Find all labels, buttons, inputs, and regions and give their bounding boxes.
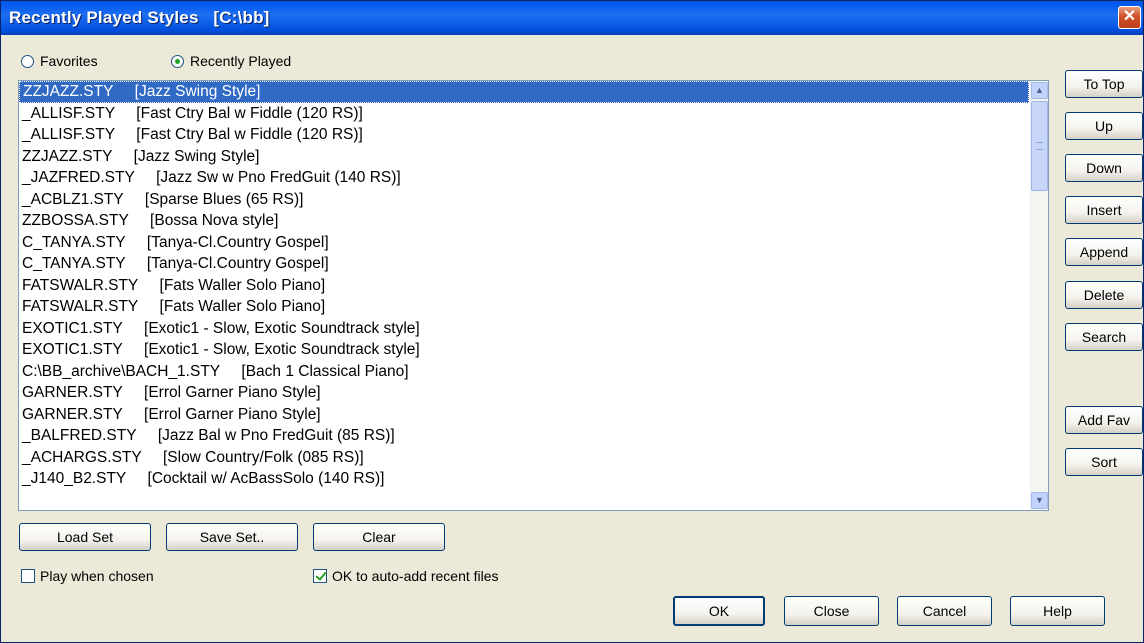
append-button[interactable]: Append — [1065, 238, 1143, 266]
close-button[interactable]: Close — [784, 596, 879, 626]
help-button[interactable]: Help — [1010, 596, 1105, 626]
scrollbar-grip-icon — [1036, 142, 1043, 150]
list-item[interactable]: GARNER.STY [Errol Garner Piano Style] — [19, 382, 1029, 404]
sort-button[interactable]: Sort — [1065, 448, 1143, 476]
list-item[interactable]: _BALFRED.STY [Jazz Bal w Pno FredGuit (8… — [19, 425, 1029, 447]
list-item[interactable]: _ACHARGS.STY [Slow Country/Folk (085 RS)… — [19, 447, 1029, 469]
insert-button[interactable]: Insert — [1065, 196, 1143, 224]
add-fav-button[interactable]: Add Fav — [1065, 406, 1143, 434]
clear-button[interactable]: Clear — [313, 523, 445, 551]
close-icon[interactable]: ✕ — [1118, 6, 1141, 29]
favorites-radio-circle[interactable] — [21, 54, 34, 68]
ok-button[interactable]: OK — [673, 596, 765, 626]
list-item[interactable]: C_TANYA.STY [Tanya-Cl.Country Gospel] — [19, 232, 1029, 254]
play-when-chosen-label: Play when chosen — [40, 568, 154, 584]
delete-button[interactable]: Delete — [1065, 281, 1143, 309]
list-item[interactable]: _ALLISF.STY [Fast Ctry Bal w Fiddle (120… — [19, 103, 1029, 125]
down-button[interactable]: Down — [1065, 154, 1143, 182]
scroll-down-arrow-icon[interactable]: ▼ — [1031, 492, 1048, 509]
vertical-scrollbar[interactable]: ▲ ▼ — [1030, 81, 1048, 510]
scroll-up-arrow-icon[interactable]: ▲ — [1031, 82, 1048, 99]
load-set-button[interactable]: Load Set — [19, 523, 151, 551]
styles-list: ZZJAZZ.STY [Jazz Swing Style] _ALLISF.STY… — [19, 81, 1029, 490]
list-item[interactable]: _J140_B2.STY [Cocktail w/ AcBassSolo (14… — [19, 468, 1029, 490]
list-item[interactable]: EXOTIC1.STY [Exotic1 - Slow, Exotic Soun… — [19, 339, 1029, 361]
list-item[interactable]: FATSWALR.STY [Fats Waller Solo Piano] — [19, 275, 1029, 297]
favorites-radio[interactable]: Favorites — [21, 51, 98, 71]
list-item[interactable]: GARNER.STY [Errol Garner Piano Style] — [19, 404, 1029, 426]
recently-played-radio-circle[interactable] — [171, 54, 184, 68]
list-item[interactable]: C_TANYA.STY [Tanya-Cl.Country Gospel] — [19, 253, 1029, 275]
list-item[interactable]: ZZJAZZ.STY [Jazz Swing Style] — [19, 81, 1029, 103]
recently-played-styles-dialog: Recently Played Styles [C:\bb] ✕ Favorit… — [0, 0, 1144, 643]
favorites-radio-label: Favorites — [40, 53, 98, 69]
play-when-chosen-box[interactable] — [21, 569, 35, 583]
scrollbar-thumb[interactable] — [1031, 101, 1048, 191]
list-item[interactable]: C:\BB_archive\BACH_1.STY [Bach 1 Classic… — [19, 361, 1029, 383]
up-button[interactable]: Up — [1065, 112, 1143, 140]
cancel-button[interactable]: Cancel — [897, 596, 992, 626]
to-top-button[interactable]: To Top — [1065, 70, 1143, 98]
styles-listbox[interactable]: ZZJAZZ.STY [Jazz Swing Style] _ALLISF.STY… — [18, 80, 1049, 511]
auto-add-checkbox[interactable]: OK to auto-add recent files — [313, 567, 499, 585]
play-when-chosen-checkbox[interactable]: Play when chosen — [21, 567, 154, 585]
list-item[interactable]: EXOTIC1.STY [Exotic1 - Slow, Exotic Soun… — [19, 318, 1029, 340]
list-item[interactable]: _JAZFRED.STY [Jazz Sw w Pno FredGuit (14… — [19, 167, 1029, 189]
list-item[interactable]: FATSWALR.STY [Fats Waller Solo Piano] — [19, 296, 1029, 318]
list-item[interactable]: ZZJAZZ.STY [Jazz Swing Style] — [19, 146, 1029, 168]
auto-add-label: OK to auto-add recent files — [332, 568, 499, 584]
recently-played-radio-label: Recently Played — [190, 53, 292, 69]
list-item[interactable]: ZZBOSSA.STY [Bossa Nova style] — [19, 210, 1029, 232]
list-item[interactable]: _ALLISF.STY [Fast Ctry Bal w Fiddle (120… — [19, 124, 1029, 146]
window-title: Recently Played Styles [C:\bb] — [9, 8, 270, 27]
save-set-button[interactable]: Save Set.. — [166, 523, 298, 551]
title-bar[interactable]: Recently Played Styles [C:\bb] ✕ — [1, 1, 1143, 35]
recently-played-radio[interactable]: Recently Played — [171, 51, 291, 71]
search-button[interactable]: Search — [1065, 323, 1143, 351]
auto-add-box[interactable] — [313, 569, 327, 583]
list-item[interactable]: _ACBLZ1.STY [Sparse Blues (65 RS)] — [19, 189, 1029, 211]
